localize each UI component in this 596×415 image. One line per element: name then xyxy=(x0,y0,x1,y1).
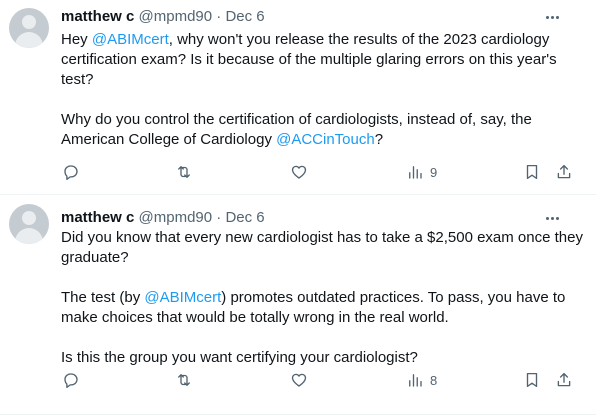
mention-link[interactable]: @ACCinTouch xyxy=(276,131,375,148)
tweet-text: Hey @ABIMcert, why won't you release the… xyxy=(61,30,586,150)
tweet-paragraph: Hey @ABIMcert, why won't you release the… xyxy=(61,30,586,90)
tweet-date[interactable]: Dec 6 xyxy=(225,209,264,226)
share-icon xyxy=(557,164,571,179)
bookmark-icon xyxy=(526,372,538,388)
tweet-paragraph: Is this the group you want certifying yo… xyxy=(61,348,586,368)
bookmark-button[interactable] xyxy=(523,370,541,390)
share-icon xyxy=(557,372,571,387)
tweet-paragraph: Why do you control the certification of … xyxy=(61,110,586,150)
tweet-header: matthew c @mpmd90 · Dec 6 xyxy=(61,7,584,27)
reply-icon xyxy=(64,165,78,180)
retweet-button[interactable] xyxy=(175,370,193,390)
views-count: 8 xyxy=(430,372,438,388)
mention-link[interactable]: @ABIMcert xyxy=(144,289,221,306)
author-name[interactable]: matthew c xyxy=(61,8,134,25)
tweet-text-segment: ? xyxy=(374,131,384,148)
author-name[interactable]: matthew c xyxy=(61,209,134,226)
author-handle[interactable]: @mpmd90 xyxy=(139,209,213,226)
reply-icon xyxy=(64,373,78,388)
heart-icon xyxy=(291,373,307,387)
more-icon[interactable] xyxy=(542,7,562,27)
share-button[interactable] xyxy=(555,162,573,182)
tweet-paragraph: Did you know that every new cardiologist… xyxy=(61,228,586,268)
retweet-icon xyxy=(178,374,190,386)
tweet-paragraph: The test (by @ABIMcert) promotes outdate… xyxy=(61,288,586,328)
bookmark-button[interactable] xyxy=(523,162,541,182)
tweet[interactable]: matthew c @mpmd90 · Dec 6 Did you know t… xyxy=(0,195,596,415)
tweet-date[interactable]: Dec 6 xyxy=(225,8,264,25)
tweet-header: matthew c @mpmd90 · Dec 6 xyxy=(61,208,584,228)
like-button[interactable] xyxy=(290,162,308,182)
more-icon[interactable] xyxy=(542,208,562,228)
author-handle[interactable]: @mpmd90 xyxy=(139,8,213,25)
tweet-text-segment: Is this the group you want certifying yo… xyxy=(61,349,418,366)
views-button[interactable]: 9 xyxy=(406,162,437,182)
separator: · xyxy=(216,209,222,226)
retweet-icon xyxy=(178,166,190,178)
mention-link[interactable]: @ABIMcert xyxy=(92,31,169,48)
share-button[interactable] xyxy=(555,370,573,390)
timeline: matthew c @mpmd90 · Dec 6 Hey @ABIMcert,… xyxy=(0,0,596,415)
heart-icon xyxy=(291,165,307,179)
tweet-actions: 9 xyxy=(61,162,586,182)
bookmark-icon xyxy=(526,164,538,180)
tweet-text-segment: Did you know that every new cardiologist… xyxy=(61,229,583,266)
avatar[interactable] xyxy=(9,204,49,244)
tweet-text: Did you know that every new cardiologist… xyxy=(61,228,586,368)
reply-button[interactable] xyxy=(62,370,80,390)
like-button[interactable] xyxy=(290,370,308,390)
tweet-text-segment: The test (by xyxy=(61,289,145,306)
views-icon xyxy=(409,374,422,387)
views-icon xyxy=(409,166,422,179)
avatar[interactable] xyxy=(9,8,49,48)
retweet-button[interactable] xyxy=(175,162,193,182)
tweet-actions: 8 xyxy=(61,370,586,390)
separator: · xyxy=(216,8,222,25)
tweet-text-segment: Hey xyxy=(61,31,92,48)
views-button[interactable]: 8 xyxy=(406,370,437,390)
views-count: 9 xyxy=(430,164,438,180)
reply-button[interactable] xyxy=(62,162,80,182)
tweet[interactable]: matthew c @mpmd90 · Dec 6 Hey @ABIMcert,… xyxy=(0,0,596,195)
